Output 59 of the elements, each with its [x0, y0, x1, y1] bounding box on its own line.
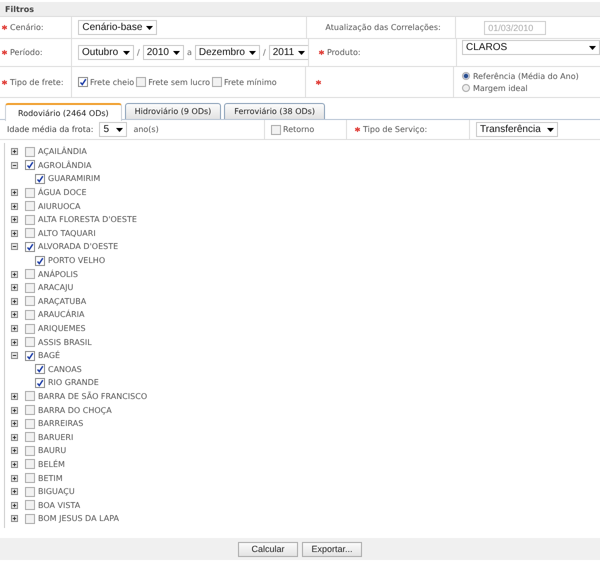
tree-item[interactable]: BOM JESUS DA LAPA: [38, 514, 119, 524]
tree-item[interactable]: PORTO VELHO: [48, 256, 106, 266]
tree-item[interactable]: AIURUOCA: [38, 202, 80, 211]
dropdown[interactable]: 2010: [142, 45, 184, 60]
separator-text: /: [263, 48, 266, 57]
checkbox-label: Retorno: [283, 125, 314, 134]
tree-item[interactable]: BAGÉ: [38, 351, 60, 360]
panel-title: Filtros: [5, 4, 34, 14]
radio-label: Referência (Média do Ano): [472, 72, 579, 80]
field-label: Período:: [10, 48, 43, 57]
dropdown[interactable]: 5: [99, 122, 128, 137]
tree-item[interactable]: BOA VISTA: [38, 500, 80, 510]
checkbox-label: Frete cheio: [90, 78, 134, 86]
tree-item[interactable]: ALVORADA D'OESTE: [38, 242, 118, 252]
checkbox-label: Frete sem lucro: [148, 78, 210, 86]
tree-item[interactable]: BARUERI: [38, 432, 74, 442]
field-label: Produto:: [327, 48, 361, 57]
separator-text: /: [137, 48, 140, 57]
tab[interactable]: Ferroviário (38 ODs): [224, 103, 325, 119]
action-button[interactable]: Calcular: [238, 542, 298, 556]
tree-item[interactable]: ANÁPOLIS: [38, 270, 78, 279]
tree-item[interactable]: ARACAJU: [38, 283, 74, 292]
tree-item[interactable]: ARAÇATUBA: [38, 296, 86, 306]
tree-item[interactable]: AGROLÂNDIA: [38, 160, 92, 170]
dropdown[interactable]: Dezembro: [194, 45, 260, 60]
tree-item[interactable]: ÁGUA DOCE: [38, 188, 86, 198]
tree-item[interactable]: ASSIS BRASIL: [38, 338, 92, 347]
dropdown[interactable]: Cenário-base: [78, 20, 158, 35]
tree-item[interactable]: ARAUCÁRIA: [38, 310, 84, 320]
field-label: Tipo de Serviço:: [363, 125, 428, 134]
unit-label: ano(s): [133, 125, 159, 134]
field-label: Atualização das Correlações:: [325, 23, 441, 32]
tree-item[interactable]: ARIQUEMES: [38, 324, 86, 334]
separator-text: a: [186, 48, 192, 57]
tree-item[interactable]: BETIM: [38, 474, 63, 483]
field-label: Idade média da frota:: [7, 125, 94, 134]
tree-item[interactable]: BARRA DO CHOÇA: [38, 406, 112, 415]
radio-label: Margem ideal: [472, 84, 528, 92]
tree-item[interactable]: RIO GRANDE: [48, 378, 99, 388]
checkbox-label: Frete mínimo: [224, 78, 277, 86]
tab[interactable]: Rodoviário (2464 ODs): [5, 103, 122, 121]
tree-item[interactable]: BARREIRAS: [38, 419, 84, 428]
dropdown[interactable]: Outubro: [78, 45, 134, 60]
tree-item[interactable]: BARRA DE SÃO FRANCISCO: [38, 392, 148, 401]
dropdown[interactable]: CLAROS: [462, 40, 600, 55]
tab[interactable]: Hidroviário (9 ODs): [124, 103, 222, 119]
tree-item[interactable]: ALTA FLORESTA D'OESTE: [38, 215, 137, 224]
field-label: Tipo de frete:: [10, 78, 64, 86]
tree-item[interactable]: CANOAS: [48, 364, 82, 374]
tree-item[interactable]: BIGUAÇU: [38, 487, 75, 496]
tree-item[interactable]: GUARAMIRIM: [48, 174, 100, 184]
tree-item[interactable]: BELÉM: [38, 460, 65, 469]
tree-item[interactable]: BAURU: [38, 446, 66, 456]
tree-item[interactable]: AÇAILÂNDIA: [38, 147, 87, 156]
dropdown[interactable]: Transferência: [476, 122, 558, 137]
tree-item[interactable]: ALTO TAQUARI: [38, 228, 96, 238]
field-label: Cenário:: [10, 23, 44, 32]
action-button[interactable]: Exportar...: [302, 542, 362, 556]
dropdown[interactable]: 2011: [268, 45, 310, 60]
